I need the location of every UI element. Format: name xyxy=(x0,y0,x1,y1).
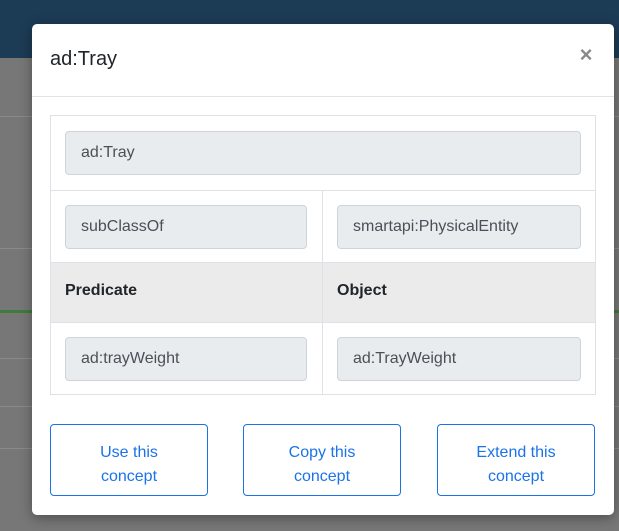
relation-predicate-field[interactable]: subClassOf xyxy=(65,205,307,249)
concept-name-field[interactable]: ad:Tray xyxy=(65,131,581,175)
modal-title: ad:Tray xyxy=(50,48,118,70)
copy-concept-label-line2: concept xyxy=(293,468,351,485)
close-icon[interactable]: × xyxy=(580,42,593,67)
extend-concept-button[interactable]: Extend this concept xyxy=(437,424,595,496)
concept-name-row: ad:Tray xyxy=(51,116,595,191)
background-accent-line xyxy=(0,310,36,313)
column-divider xyxy=(322,191,323,394)
copy-concept-label-line1: Copy this xyxy=(288,444,356,461)
concept-table: ad:Tray subClassOf smartapi:PhysicalEnti… xyxy=(50,115,596,395)
use-concept-label-line1: Use this xyxy=(100,444,158,461)
property-predicate-field[interactable]: ad:trayWeight xyxy=(65,337,307,381)
copy-concept-button[interactable]: Copy this concept xyxy=(243,424,401,496)
page: ad:Tray × ad:Tray subClassOf smartapi:Ph… xyxy=(0,0,619,531)
table-row: ad:trayWeight ad:TrayWeight xyxy=(51,323,595,394)
close-button[interactable]: × xyxy=(574,42,598,68)
use-concept-label-line2: concept xyxy=(100,468,158,485)
modal-header: ad:Tray × xyxy=(32,24,614,97)
extend-concept-label-line2: concept xyxy=(487,468,545,485)
relation-object-field[interactable]: smartapi:PhysicalEntity xyxy=(337,205,581,249)
property-object-field[interactable]: ad:TrayWeight xyxy=(337,337,581,381)
object-column-header: Object xyxy=(337,282,387,299)
concept-modal: ad:Tray × ad:Tray subClassOf smartapi:Ph… xyxy=(32,24,614,515)
extend-concept-label-line1: Extend this xyxy=(476,444,556,461)
relation-row: subClassOf smartapi:PhysicalEntity xyxy=(51,191,595,263)
predicate-column-header: Predicate xyxy=(65,282,138,299)
use-concept-button[interactable]: Use this concept xyxy=(50,424,208,496)
table-header-row: Predicate Object xyxy=(51,263,595,323)
